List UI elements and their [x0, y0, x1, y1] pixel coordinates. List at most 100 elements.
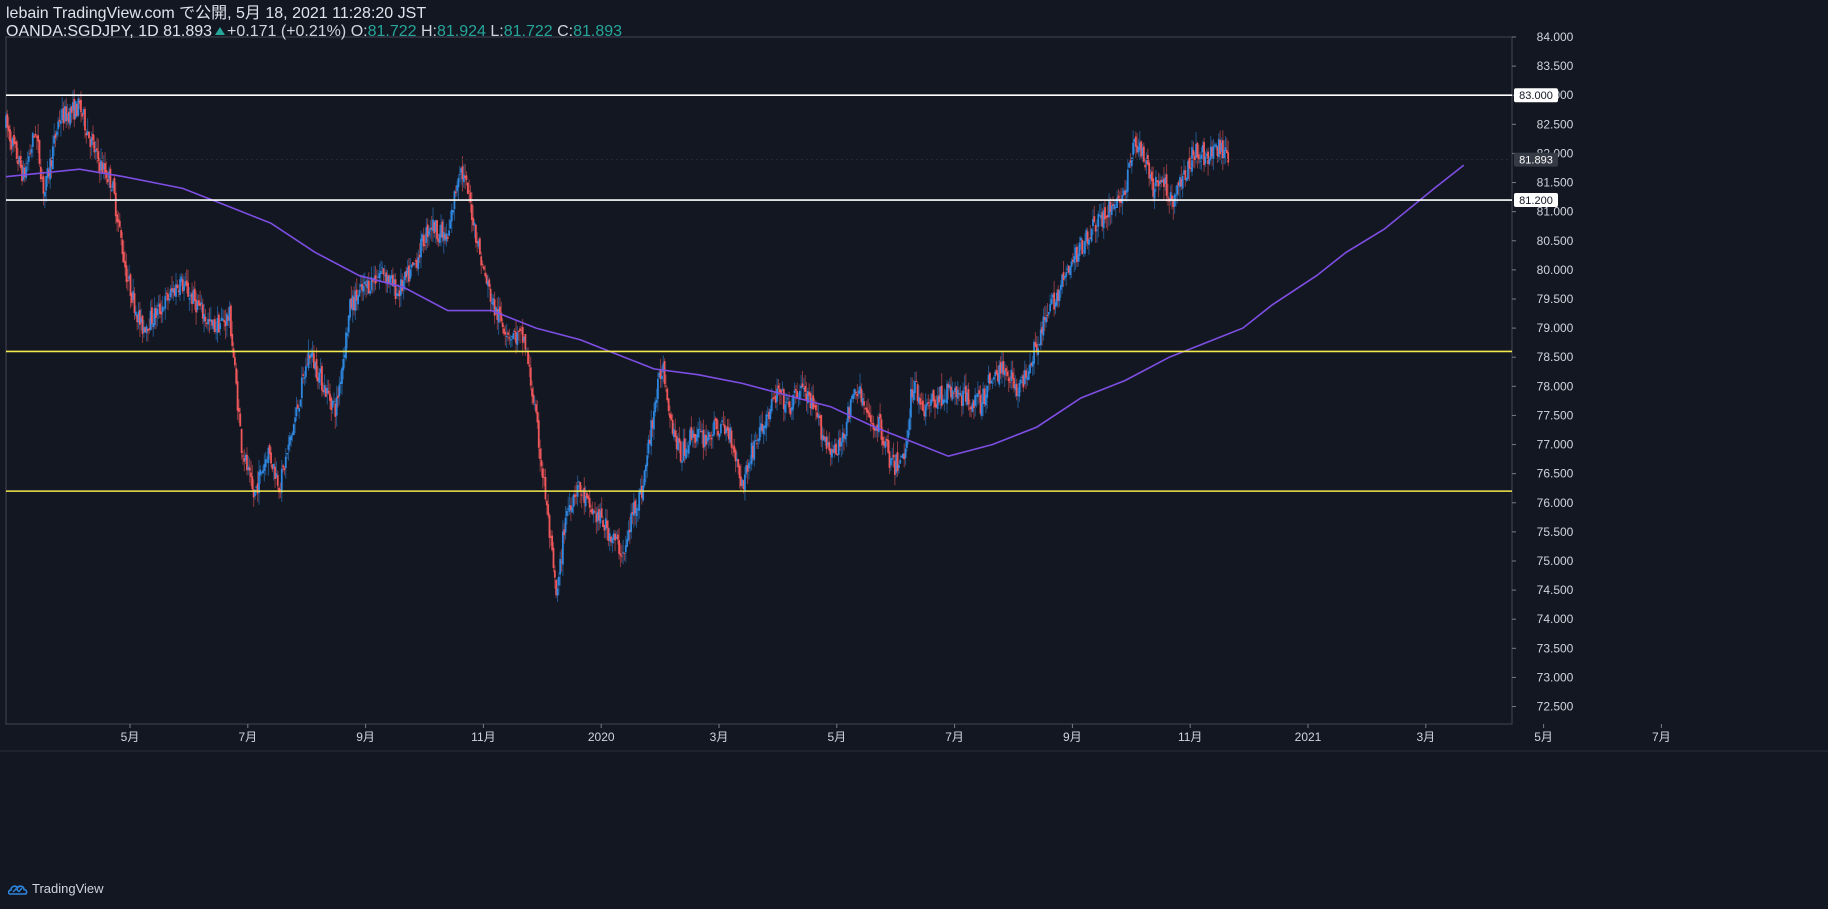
candle-body — [855, 391, 857, 393]
candle-body — [1065, 272, 1068, 278]
chart-header: lebain TradingView.com で公開, 5月 18, 2021 … — [6, 5, 622, 41]
candle-body — [863, 401, 865, 406]
candle-body — [1142, 146, 1145, 162]
candle-body — [537, 420, 540, 448]
candle-body — [482, 266, 485, 270]
y-tick-label: 79.500 — [1537, 292, 1574, 306]
candle-body — [84, 109, 86, 131]
candle-body — [26, 162, 29, 164]
candle-body — [347, 315, 350, 333]
candle-body — [478, 238, 481, 255]
candle-body — [118, 220, 121, 227]
candle-body — [1081, 239, 1084, 254]
candle-body — [1088, 239, 1090, 245]
tradingview-cloud-logo-icon — [8, 884, 28, 895]
candle-body — [80, 99, 82, 113]
candle-body — [509, 339, 512, 341]
tradingview-brand[interactable]: TradingView — [8, 881, 104, 896]
x-tick-label: 5月 — [1534, 730, 1553, 744]
candle-body — [722, 423, 725, 425]
candle-body — [307, 351, 310, 369]
open-value: 81.722 — [367, 23, 417, 40]
candle-body — [907, 430, 910, 438]
candle-body — [1132, 142, 1135, 156]
candle-body — [357, 295, 359, 305]
y-tick-label: 79.000 — [1537, 321, 1574, 335]
candle-body — [879, 413, 882, 419]
candle-body — [164, 295, 167, 309]
candle-body — [547, 504, 550, 516]
price-axis[interactable]: 72.500 73.000 73.500 74.000 74.500 75.000 75.5… — [1512, 30, 1574, 714]
candle-body — [986, 385, 989, 398]
candle-body — [413, 263, 416, 265]
candle-body — [231, 333, 234, 346]
candle-body — [744, 474, 746, 492]
candle-body — [470, 204, 473, 220]
candle-body — [927, 402, 930, 404]
candle-body — [204, 316, 207, 322]
candle-body — [287, 444, 290, 450]
candle-body — [452, 209, 455, 213]
candle-body — [646, 455, 649, 467]
candle-body — [951, 389, 954, 400]
candle-body — [284, 456, 287, 469]
candle-body — [6, 114, 9, 128]
candle-body — [541, 468, 544, 478]
candle-body — [685, 448, 687, 459]
candle-body — [294, 417, 297, 423]
candle-body — [379, 270, 382, 275]
candle-body — [424, 244, 426, 246]
candle-body — [29, 153, 31, 155]
candle-body — [489, 288, 492, 302]
candle-body — [594, 511, 596, 513]
candle-body — [600, 508, 603, 518]
candle-body — [877, 417, 880, 433]
candle-body — [501, 322, 504, 328]
candle-body — [1130, 157, 1133, 167]
candle-body — [804, 386, 807, 392]
candle-body — [1227, 152, 1230, 163]
candle-body — [466, 182, 469, 194]
brand-name: TradingView — [32, 881, 104, 896]
candle-body — [899, 459, 902, 464]
x-tick-label: 5月 — [827, 730, 846, 744]
candle-body — [428, 230, 430, 236]
candle-body — [1200, 154, 1203, 160]
candle-body — [290, 435, 293, 441]
candle-body — [654, 401, 657, 413]
candle-body — [335, 397, 338, 416]
candlestick-chart[interactable]: 72.500 73.000 73.500 74.000 74.500 75.000 75.5… — [0, 0, 1828, 909]
candle-body — [535, 404, 537, 412]
candle-body — [27, 156, 30, 162]
candle-body — [1047, 312, 1050, 315]
candle-body — [9, 129, 11, 142]
candle-body — [635, 507, 638, 516]
candle-body — [557, 576, 560, 586]
time-axis[interactable]: 5月 7月 9月 11月 2020 3月 5月 7月 9月 11月 2021 3月 5月 7月 — [121, 724, 1671, 744]
candle-body — [346, 333, 349, 336]
candle-body — [55, 131, 58, 136]
candle-body — [183, 285, 185, 291]
candle-body — [756, 443, 758, 445]
candle-body — [776, 388, 778, 402]
candle-body — [754, 440, 757, 442]
low-label: L: — [490, 23, 504, 40]
candle-body — [952, 392, 955, 394]
candle-body — [92, 133, 94, 141]
candle-body — [1134, 136, 1137, 147]
candle-body — [45, 175, 48, 191]
candle-body — [924, 405, 927, 417]
candle-body — [914, 381, 916, 393]
candle-body — [193, 288, 196, 301]
y-tick-label: 78.000 — [1537, 379, 1574, 393]
candle-body — [630, 513, 633, 533]
plot-border — [5, 36, 1513, 725]
candle-body — [126, 279, 129, 282]
candle-body — [513, 331, 516, 333]
candle-body — [250, 472, 252, 477]
candle-body — [849, 399, 852, 417]
candle-body — [517, 330, 520, 332]
symbol-legend[interactable]: OANDA:SGDJPY, 1D 81.893 +0.171 (+0.21%) O… — [6, 23, 622, 41]
candle-body — [30, 149, 33, 153]
candle-body — [540, 460, 543, 467]
